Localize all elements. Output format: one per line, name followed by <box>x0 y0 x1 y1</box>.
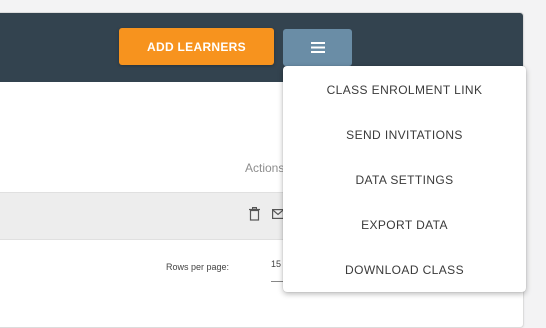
rows-per-page-value: 15 <box>271 259 282 269</box>
options-dropdown-menu: CLASS ENROLMENT LINK SEND INVITATIONS DA… <box>283 66 526 292</box>
rows-per-page-label: Rows per page: <box>166 262 230 272</box>
trash-icon[interactable] <box>249 207 260 221</box>
hamburger-menu-icon <box>310 42 325 53</box>
menu-button[interactable] <box>283 29 352 66</box>
menu-item-download-class[interactable]: DOWNLOAD CLASS <box>283 247 526 292</box>
menu-item-data-settings[interactable]: DATA SETTINGS <box>283 157 526 202</box>
menu-item-export-data[interactable]: EXPORT DATA <box>283 202 526 247</box>
menu-item-send-invitations[interactable]: SEND INVITATIONS <box>283 112 526 157</box>
add-learners-button[interactable]: ADD LEARNERS <box>119 28 274 65</box>
actions-column-header: Actions <box>245 161 285 175</box>
menu-item-class-enrolment-link[interactable]: CLASS ENROLMENT LINK <box>283 67 526 112</box>
